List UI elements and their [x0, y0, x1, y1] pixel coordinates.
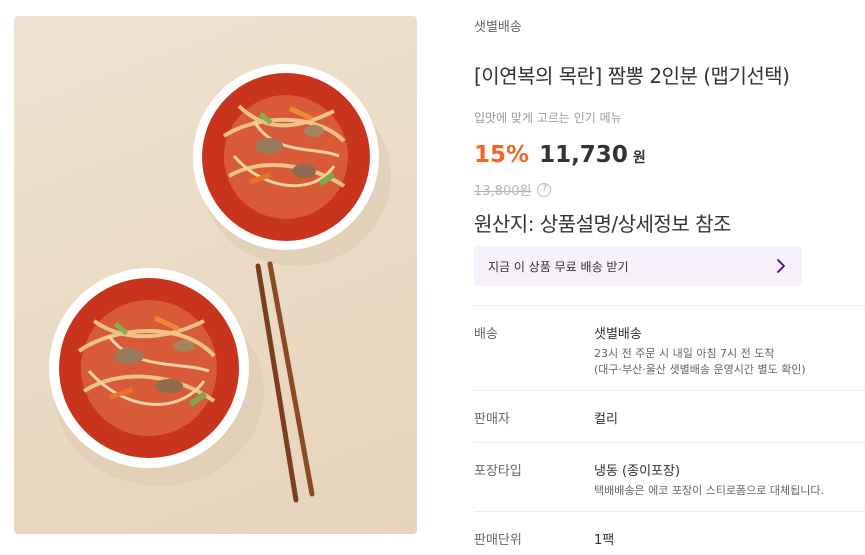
free-shipping-coupon-button[interactable]: 지금 이 상품 무료 배송 받기: [474, 246, 802, 286]
delivery-note: (대구·부산·울산 샛별배송 운영시간 별도 확인): [594, 363, 806, 376]
product-subtitle: 입맛에 맞게 고르는 인기 메뉴: [474, 111, 622, 125]
detail-value: 컬리: [594, 412, 618, 427]
sale-price: 11,730: [539, 142, 628, 168]
product-title: [이연복의 목란] 짬뽕 2인분 (맵기선택): [474, 64, 790, 88]
detail-label: 배송: [474, 327, 498, 342]
row-divider: [474, 390, 865, 391]
detail-value: 1팩: [594, 533, 615, 548]
discount-rate: 15%: [474, 142, 530, 168]
delivery-note: 23시 전 주문 시 내일 아침 7시 전 도착: [594, 347, 775, 360]
packaging-note: 택배배송은 에코 포장이 스티로폼으로 대체됩니다.: [594, 484, 825, 497]
jjamppong-photo: [49, 64, 391, 503]
origin-info: 원산지: 상품설명/상세정보 참조: [474, 212, 731, 236]
detail-label: 포장타입: [474, 464, 522, 479]
row-divider: [474, 442, 865, 443]
detail-label: 판매단위: [474, 533, 522, 548]
detail-label: 판매자: [474, 412, 510, 427]
detail-value: 샛별배송: [594, 327, 642, 342]
product-image: [14, 16, 417, 534]
coupon-label: 지금 이 상품 무료 배송 받기: [488, 259, 629, 274]
original-price-row: 13,800원 ?: [474, 180, 552, 199]
section-divider: [474, 305, 865, 306]
price-row: 15% 11,730 원: [474, 142, 646, 168]
delivery-type-label: 샛별배송: [474, 20, 522, 35]
row-divider: [474, 511, 865, 512]
original-price: 13,800원: [474, 184, 532, 199]
currency-unit: 원: [632, 150, 646, 166]
chevron-right-icon: [777, 259, 785, 273]
help-icon[interactable]: ?: [537, 182, 552, 197]
detail-value: 냉동 (종이포장): [594, 464, 681, 479]
product-info-panel: 샛별배송 [이연복의 목란] 짬뽕 2인분 (맵기선택) 입맛에 맞게 고르는 …: [474, 0, 865, 555]
